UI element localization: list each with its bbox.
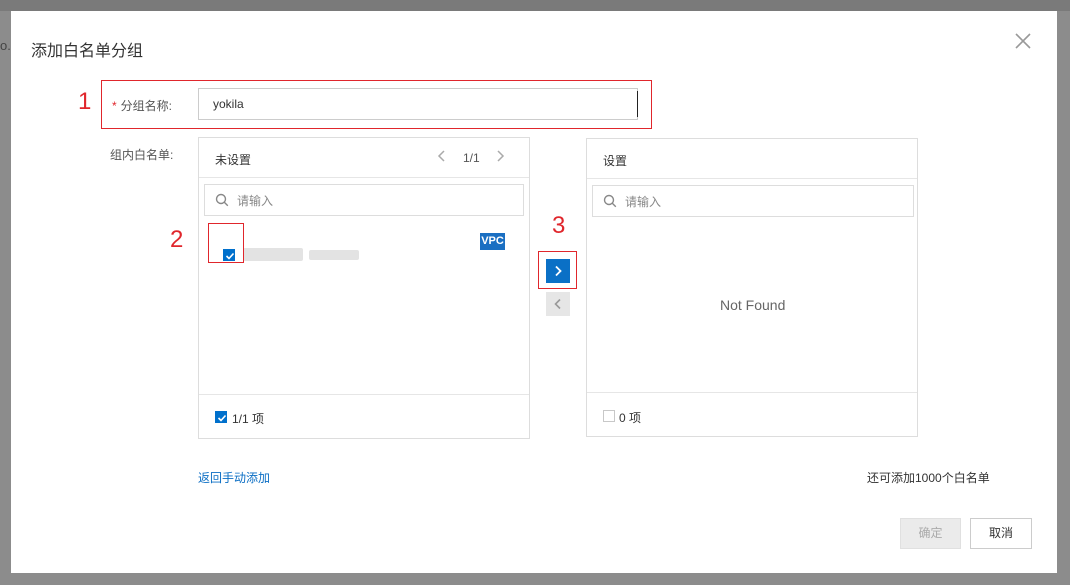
page-indicator: 1/1 <box>463 151 480 165</box>
back-manual-add-link[interactable]: 返回手动添加 <box>198 469 270 486</box>
annotation-box-2 <box>208 223 244 263</box>
set-panel-footer: 0 项 <box>587 392 917 436</box>
unset-panel-header: 未设置 1/1 <box>199 138 529 178</box>
search-icon <box>603 194 617 208</box>
select-all-checkbox-right[interactable] <box>603 410 615 422</box>
members-label: 组内白名单: <box>110 148 174 162</box>
next-page-icon[interactable] <box>495 149 505 166</box>
cancel-button[interactable]: 取消 <box>970 518 1032 549</box>
unset-count: 1/1 项 <box>232 412 265 426</box>
unset-panel: 未设置 1/1 VPC 1/1 项 <box>198 137 530 439</box>
unset-panel-title: 未设置 <box>215 153 252 167</box>
set-panel: 设置 Not Found 0 项 <box>586 138 918 437</box>
redacted-item-name <box>243 248 303 261</box>
required-mark: * <box>112 99 117 113</box>
dialog-title: 添加白名单分组 <box>31 43 144 60</box>
background-peek-text: o. <box>0 38 11 53</box>
background-strip <box>0 0 1070 11</box>
group-name-label-text: 分组名称: <box>120 99 173 113</box>
move-left-button[interactable] <box>546 292 570 316</box>
confirm-button[interactable]: 确定 <box>900 518 961 549</box>
unset-search-box[interactable] <box>204 184 524 217</box>
unset-panel-footer: 1/1 项 <box>199 394 529 438</box>
redacted-item-name-2 <box>309 250 359 260</box>
set-panel-header: 设置 <box>587 139 917 179</box>
annotation-number-2: 2 <box>170 226 184 253</box>
text-caret <box>637 91 638 117</box>
group-name-label: * 分组名称: <box>112 97 172 114</box>
annotation-number-1: 1 <box>78 88 92 115</box>
prev-page-icon[interactable] <box>437 149 447 166</box>
set-count: 0 项 <box>619 411 642 425</box>
group-name-input[interactable] <box>198 88 638 120</box>
set-search-box[interactable] <box>592 185 914 218</box>
move-right-button[interactable] <box>546 259 570 283</box>
search-icon <box>215 193 229 207</box>
unset-search-input[interactable] <box>235 185 519 217</box>
set-search-input[interactable] <box>623 186 909 218</box>
capacity-text: 还可添加1000个白名单 <box>867 471 990 485</box>
annotation-number-3: 3 <box>552 212 566 239</box>
vpc-tag: VPC <box>480 233 505 250</box>
empty-state-text: Not Found <box>720 297 786 313</box>
set-panel-title: 设置 <box>603 154 628 168</box>
close-icon[interactable] <box>1011 29 1035 53</box>
select-all-checkbox[interactable] <box>215 411 227 423</box>
add-whitelist-group-dialog: 添加白名单分组 1 *分组名称: 组内白名单: 未设置 1/1 <box>11 11 1057 573</box>
